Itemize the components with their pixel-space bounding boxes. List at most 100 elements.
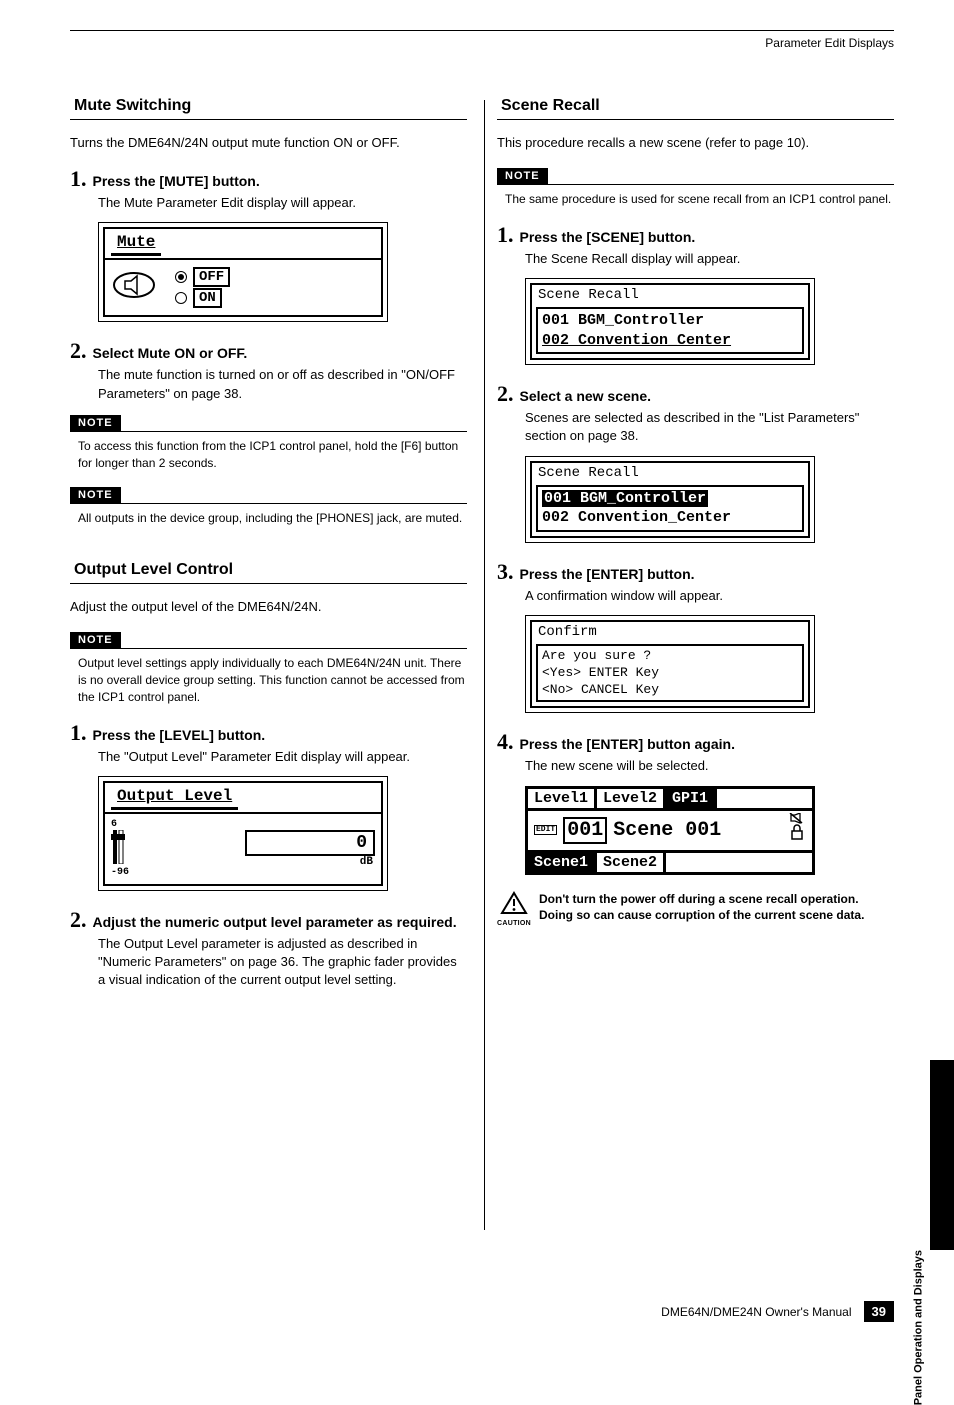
output-step-2: 2. Adjust the numeric output level param… (70, 907, 467, 990)
lcd-title: Confirm (532, 622, 808, 642)
option-on: ON (193, 288, 222, 308)
step-title: Select Mute ON or OFF. (93, 345, 248, 361)
confirm-line: Are you sure ? (542, 648, 798, 665)
step-title: Press the [ENTER] button. (520, 566, 695, 582)
lcd-title: Scene Recall (532, 463, 808, 483)
scene-intro: This procedure recalls a new scene (refe… (497, 134, 894, 152)
caution-text: Don't turn the power off during a scene … (539, 891, 894, 923)
fader-icon: 6 -96 (111, 820, 129, 878)
step-number: 2. (70, 338, 87, 364)
radio-icon (175, 292, 187, 304)
scene-step-2: 2. Select a new scene. Scenes are select… (497, 381, 894, 445)
scene-lcd-2: Scene Recall 001 BGM_Controller 002 Conv… (525, 456, 815, 543)
top-tabs: Level1 Level2 GPI1 (528, 789, 812, 811)
step-body: The Scene Recall display will appear. (525, 250, 894, 268)
scene-row-001: 001 BGM_Controller (542, 311, 798, 331)
tab-level2: Level2 (597, 789, 666, 808)
mute-intro: Turns the DME64N/24N output mute functio… (70, 134, 467, 152)
step-number: 2. (497, 381, 514, 407)
step-body: The new scene will be selected. (525, 757, 894, 775)
note-rule (70, 648, 467, 649)
note-rule (70, 503, 467, 504)
scene-name: Scene 001 (613, 819, 721, 842)
mute-step-2: 2. Select Mute ON or OFF. The mute funct… (70, 338, 467, 402)
scene-note-1: The same procedure is used for scene rec… (505, 191, 894, 208)
side-tab: Panel Operation and Displays (914, 890, 954, 1250)
step-number: 1. (70, 166, 87, 192)
note-rule (70, 431, 467, 432)
step-title: Press the [ENTER] button again. (520, 736, 735, 752)
note-tag: NOTE (497, 168, 548, 184)
tab-gpi1: GPI1 (666, 789, 717, 808)
output-unit: dB (245, 856, 375, 868)
step-body: The Output Level parameter is adjusted a… (98, 935, 467, 990)
confirm-line: <Yes> ENTER Key (542, 665, 798, 682)
mute-option-off: OFF (175, 267, 230, 287)
tab-level1: Level1 (528, 789, 597, 808)
mute-note-2: All outputs in the device group, includi… (78, 510, 467, 527)
option-off: OFF (193, 267, 230, 287)
heading-scene-recall: Scene Recall (497, 95, 894, 120)
note-tag: NOTE (70, 487, 121, 503)
step-title: Select a new scene. (520, 388, 652, 404)
scene-row-002: 002 Convention_Center (542, 508, 798, 528)
tab-scene1: Scene1 (528, 853, 597, 872)
scene-step-3: 3. Press the [ENTER] button. A confirmat… (497, 559, 894, 605)
step-title: Press the [SCENE] button. (520, 229, 696, 245)
main-lcd: Level1 Level2 GPI1 EDIT 001 Scene 001 Sc… (525, 786, 815, 875)
note-tag: NOTE (70, 632, 121, 648)
tab-scene2: Scene2 (597, 853, 666, 872)
scene-number: 001 (563, 817, 607, 844)
output-value: 0 (245, 830, 375, 856)
confirm-line: <No> CANCEL Key (542, 682, 798, 699)
mute-lock-icons (788, 813, 806, 848)
scene-step-1: 1. Press the [SCENE] button. The Scene R… (497, 222, 894, 268)
lcd-title: Mute (111, 231, 161, 256)
heading-output-level: Output Level Control (70, 559, 467, 584)
radio-selected-icon (175, 271, 187, 283)
right-column: Scene Recall This procedure recalls a ne… (497, 95, 894, 999)
mute-option-on: ON (175, 288, 230, 308)
step-number: 1. (70, 720, 87, 746)
running-head: Parameter Edit Displays (765, 36, 894, 50)
column-divider (484, 100, 485, 1230)
mute-note-1: To access this function from the ICP1 co… (78, 438, 467, 472)
mute-lcd: Mute OFF ON (98, 222, 388, 322)
mute-step-1: 1. Press the [MUTE] button. The Mute Par… (70, 166, 467, 212)
lcd-title: Output Level (111, 785, 238, 810)
step-body: Scenes are selected as described in the … (525, 409, 894, 445)
scene-row-001-selected: 001 BGM_Controller (542, 489, 798, 509)
step-number: 3. (497, 559, 514, 585)
lcd-title: Scene Recall (532, 285, 808, 305)
confirm-lcd: Confirm Are you sure ? <Yes> ENTER Key <… (525, 615, 815, 714)
footer-manual-name: DME64N/DME24N Owner's Manual (661, 1305, 851, 1319)
step-body: The "Output Level" Parameter Edit displa… (98, 748, 467, 766)
step-number: 4. (497, 729, 514, 755)
speaker-mute-icon (111, 270, 157, 305)
scene-step-4: 4. Press the [ENTER] button again. The n… (497, 729, 894, 775)
side-tab-label: Panel Operation and Displays (912, 1250, 924, 1405)
step-title: Press the [LEVEL] button. (93, 727, 266, 743)
output-intro: Adjust the output level of the DME64N/24… (70, 598, 467, 616)
step-number: 1. (497, 222, 514, 248)
step-body: A confirmation window will appear. (525, 587, 894, 605)
left-column: Mute Switching Turns the DME64N/24N outp… (70, 95, 467, 999)
heading-mute-switching: Mute Switching (70, 95, 467, 120)
step-number: 2. (70, 907, 87, 933)
step-body: The Mute Parameter Edit display will app… (98, 194, 467, 212)
edit-tag: EDIT (534, 825, 557, 835)
caution-icon: CAUTION (497, 891, 531, 927)
note-tag: NOTE (70, 415, 121, 431)
step-body: The mute function is turned on or off as… (98, 366, 467, 402)
scene-lcd-1: Scene Recall 001 BGM_Controller 002 Conv… (525, 278, 815, 365)
bottom-tabs: Scene1 Scene2 (528, 853, 812, 872)
side-tab-bar (930, 1060, 954, 1250)
caution-label: CAUTION (497, 920, 531, 927)
caution-block: CAUTION Don't turn the power off during … (497, 891, 894, 927)
footer: DME64N/DME24N Owner's Manual 39 (661, 1301, 894, 1322)
top-rule (70, 30, 894, 31)
step-title: Adjust the numeric output level paramete… (93, 914, 457, 930)
output-lcd: Output Level 6 -96 0 dB (98, 776, 388, 891)
footer-page-number: 39 (864, 1301, 894, 1322)
output-step-1: 1. Press the [LEVEL] button. The "Output… (70, 720, 467, 766)
